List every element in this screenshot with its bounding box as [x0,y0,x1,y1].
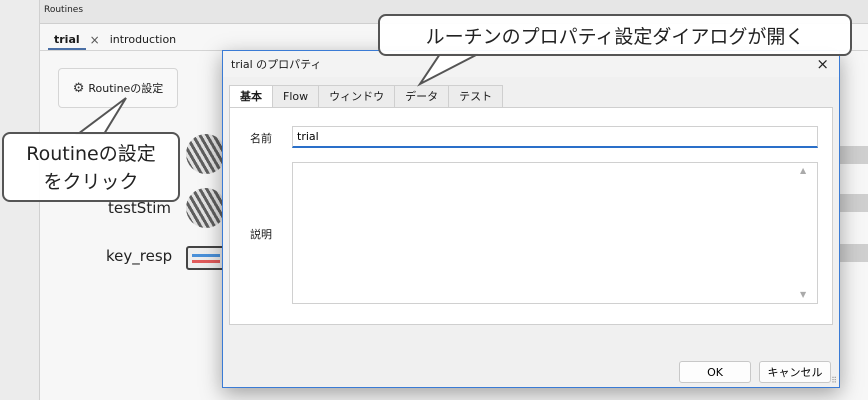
callout-top-text: ルーチンのプロパティ設定ダイアログが開く [425,25,805,48]
callout-left-tail [75,97,127,135]
callout-top-tail [417,53,479,87]
callout-click-settings: Routineの設定 をクリック [2,132,180,202]
callout-left-line1: Routineの設定 [26,143,156,165]
callout-dialog-opens: ルーチンのプロパティ設定ダイアログが開く [378,14,852,56]
callout-left-line2: をクリック [43,171,139,193]
